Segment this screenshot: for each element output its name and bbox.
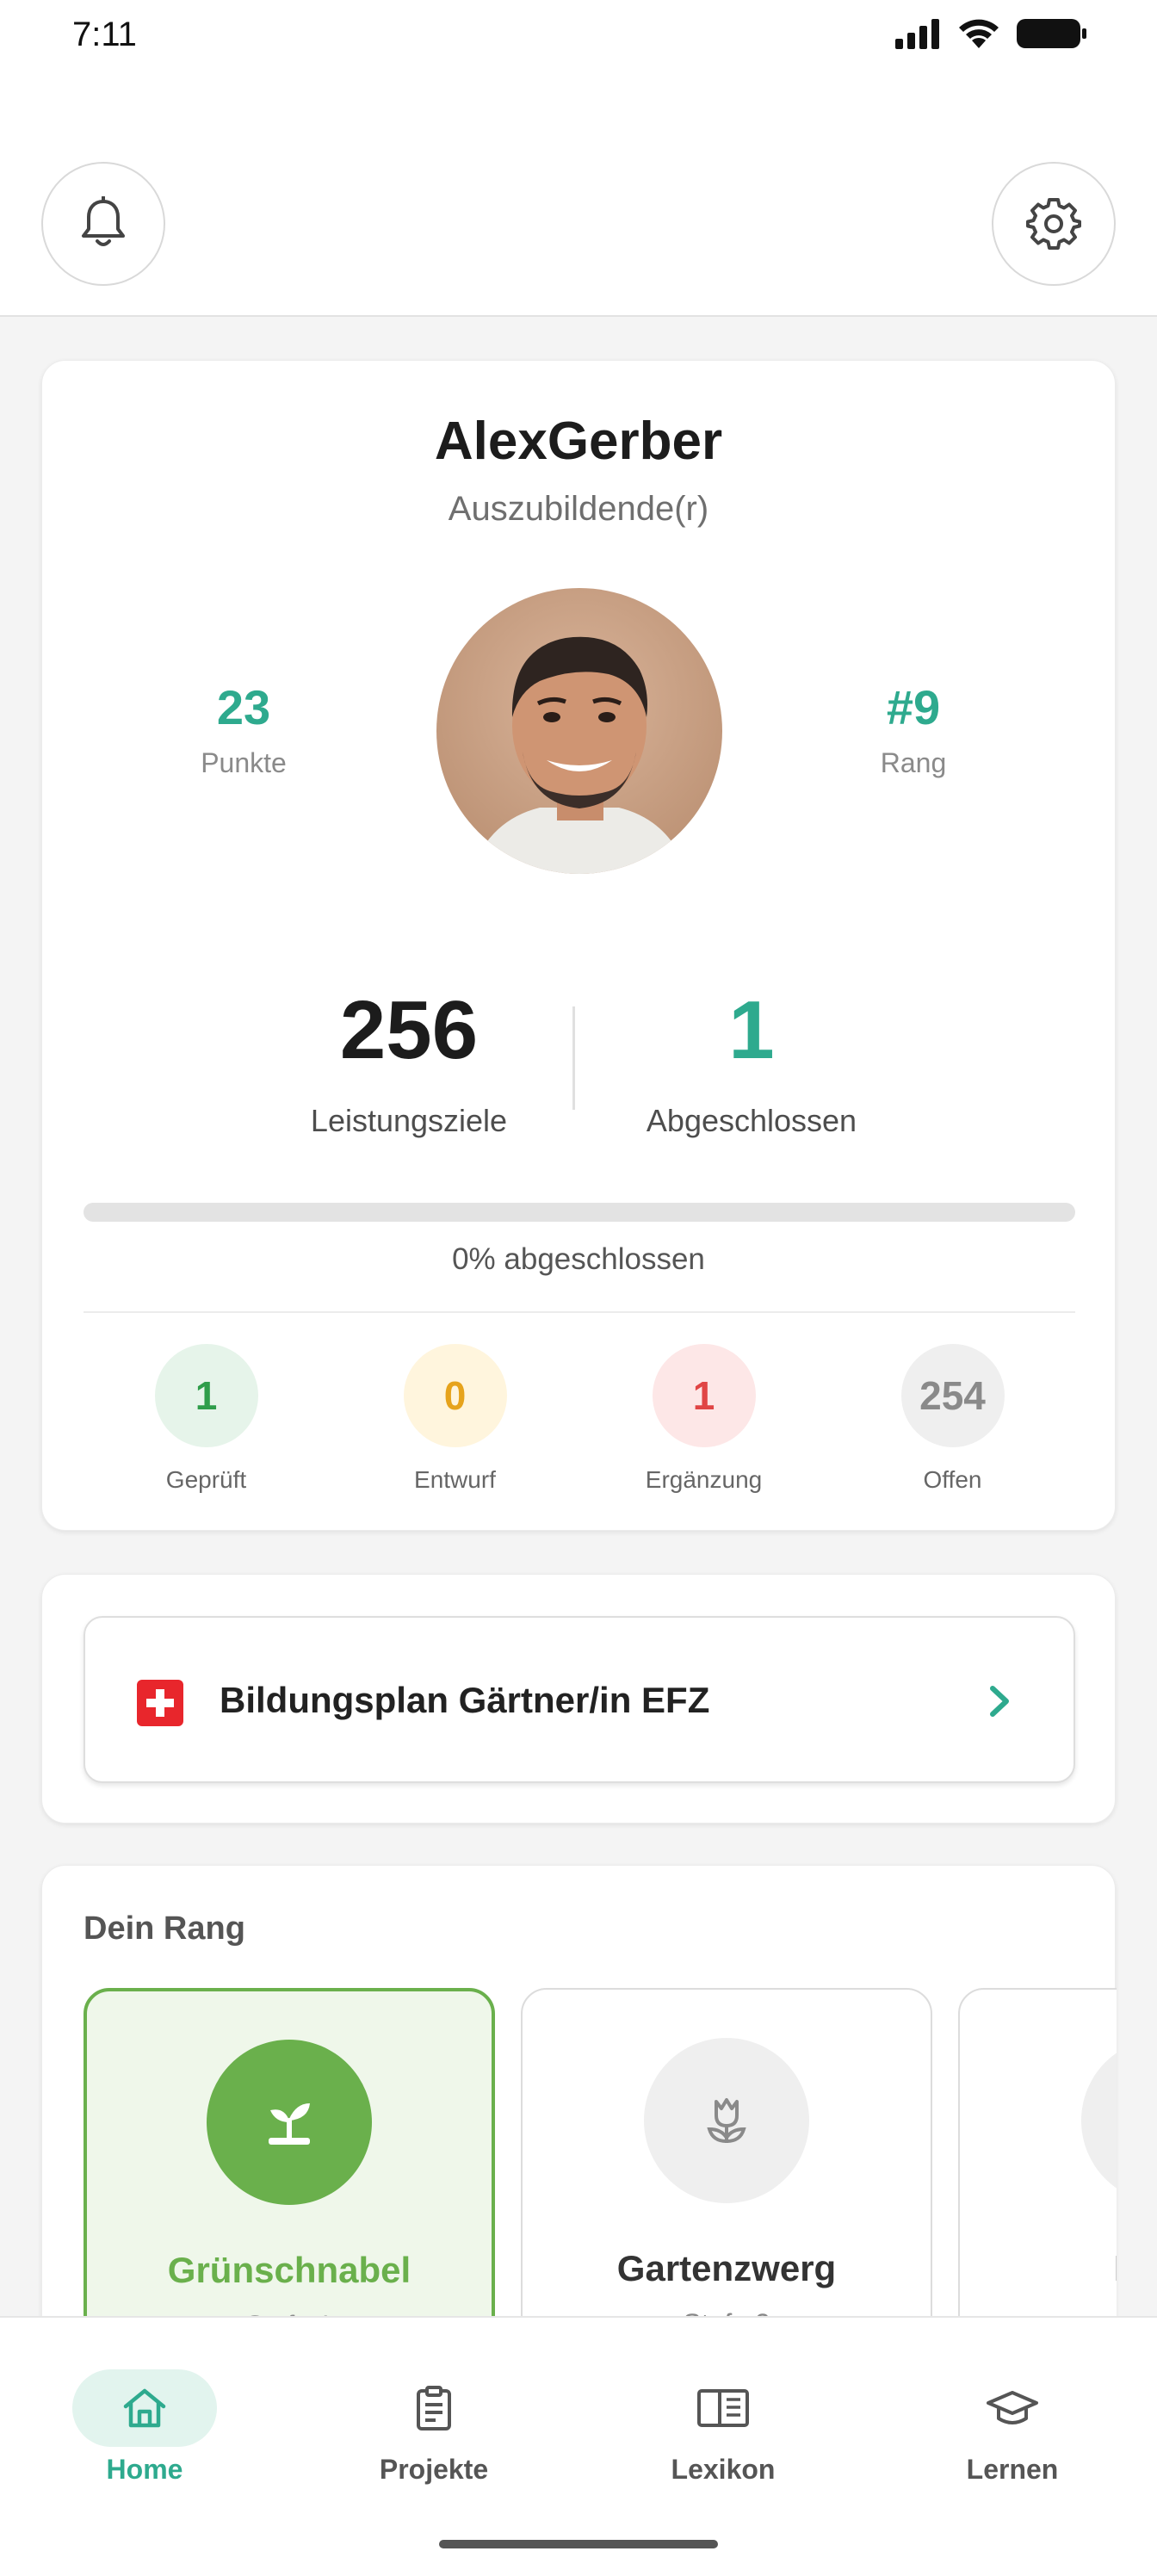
completed-stat: 1 Abgeschlossen (579, 989, 924, 1139)
rank-icon-circle (1081, 2038, 1117, 2203)
nav-label: Lernen (966, 2454, 1059, 2485)
chevron-right-icon (990, 1686, 1009, 1717)
nav-lexikon[interactable]: Lexikon (578, 2369, 868, 2486)
wifi-icon (959, 19, 999, 48)
bottom-navigation: Home Projekte Lexikon Lernen (0, 2316, 1157, 2576)
rank-label: Rang (880, 747, 947, 778)
progress-label: 0% abgeschlossen (452, 1242, 705, 1276)
status-label: Entwurf (414, 1466, 496, 1493)
nav-label: Projekte (379, 2454, 489, 2485)
goals-label: Leistungsziele (310, 1103, 508, 1138)
education-plan-button[interactable]: Bildungsplan Gärtner/in EFZ (84, 1616, 1075, 1783)
battery-icon (1017, 19, 1086, 48)
status-count-badge: 254 (900, 1344, 1005, 1447)
status-bar: 7:11 (0, 0, 1157, 72)
nav-icon-container (940, 2369, 1085, 2447)
app-screen: 7:11 AlexGerber Auszubildende(r) 23 Punk… (0, 0, 1157, 2576)
home-indicator[interactable] (439, 2540, 718, 2548)
progress-bar (84, 1203, 1075, 1222)
status-offen[interactable]: 254 Offen (828, 1344, 1077, 1494)
status-label: Geprüft (165, 1466, 247, 1493)
graduation-cap-icon (987, 2391, 1038, 2424)
nav-projekte[interactable]: Projekte (289, 2369, 578, 2486)
settings-button[interactable] (992, 162, 1116, 286)
rank-name: Grünschnabel (167, 2250, 411, 2290)
education-plan-title: Bildungsplan Gärtner/in EFZ (220, 1680, 710, 1720)
book-icon (697, 2389, 749, 2427)
nav-icon-container (651, 2369, 795, 2447)
rank-value: #9 (886, 680, 941, 734)
sprout-icon (269, 2103, 310, 2145)
nav-label: Home (106, 2454, 183, 2485)
status-count-badge: 0 (403, 1344, 507, 1447)
status-time: 7:11 (72, 15, 137, 53)
points-value: 23 (216, 680, 271, 734)
bell-icon (82, 196, 125, 246)
goals-stat: 256 Leistungsziele (237, 989, 581, 1139)
signal-icon (895, 19, 939, 49)
nav-lernen[interactable]: Lernen (868, 2369, 1157, 2486)
completed-label: Abgeschlossen (646, 1103, 857, 1138)
education-plan-card: Bildungsplan Gärtner/in EFZ (41, 1574, 1116, 1824)
points-stat: 23 Punkte (114, 679, 373, 779)
card-divider (84, 1311, 1075, 1313)
home-icon (123, 2388, 166, 2428)
completed-value: 1 (728, 984, 775, 1076)
system-icons (894, 17, 1088, 50)
status-count-badge: 1 (652, 1344, 756, 1447)
swiss-flag-icon (137, 1680, 183, 1726)
rank-icon-circle (644, 2038, 809, 2203)
profile-card: AlexGerber Auszubildende(r) 23 Punkte #9… (41, 360, 1116, 1531)
nav-icon-container (362, 2369, 506, 2447)
rank-name: Baum (960, 2248, 1117, 2289)
status-count-badge: 1 (154, 1344, 258, 1447)
user-role: Auszubildende(r) (448, 490, 709, 528)
status-geprueft[interactable]: 1 Geprüft (82, 1344, 331, 1494)
gear-icon (1026, 198, 1081, 250)
goals-value: 256 (339, 984, 479, 1076)
user-name: AlexGerber (434, 412, 723, 471)
status-summary: 1 Geprüft 0 Entwurf 1 Ergänzung 254 Offe… (42, 1344, 1115, 1494)
nav-icon-container (72, 2369, 217, 2447)
avatar-photo (436, 588, 722, 874)
status-label: Ergänzung (645, 1466, 763, 1493)
rank-stat: #9 Rang (784, 679, 1043, 779)
app-header (0, 72, 1157, 317)
rank-icon-circle (207, 2040, 372, 2205)
notifications-button[interactable] (41, 162, 165, 286)
status-ergaenzung[interactable]: 1 Ergänzung (579, 1344, 828, 1494)
stat-divider (572, 1006, 575, 1110)
rank-section-title: Dein Rang (84, 1910, 245, 1947)
status-label: Offen (923, 1466, 982, 1493)
status-entwurf[interactable]: 0 Entwurf (331, 1344, 579, 1494)
nav-home[interactable]: Home (0, 2369, 289, 2486)
avatar[interactable] (436, 588, 722, 874)
clipboard-icon (417, 2386, 451, 2430)
nav-label: Lexikon (671, 2454, 776, 2485)
points-label: Punkte (201, 747, 287, 778)
tulip-icon (707, 2098, 746, 2143)
rank-name: Gartenzwerg (616, 2248, 837, 2288)
